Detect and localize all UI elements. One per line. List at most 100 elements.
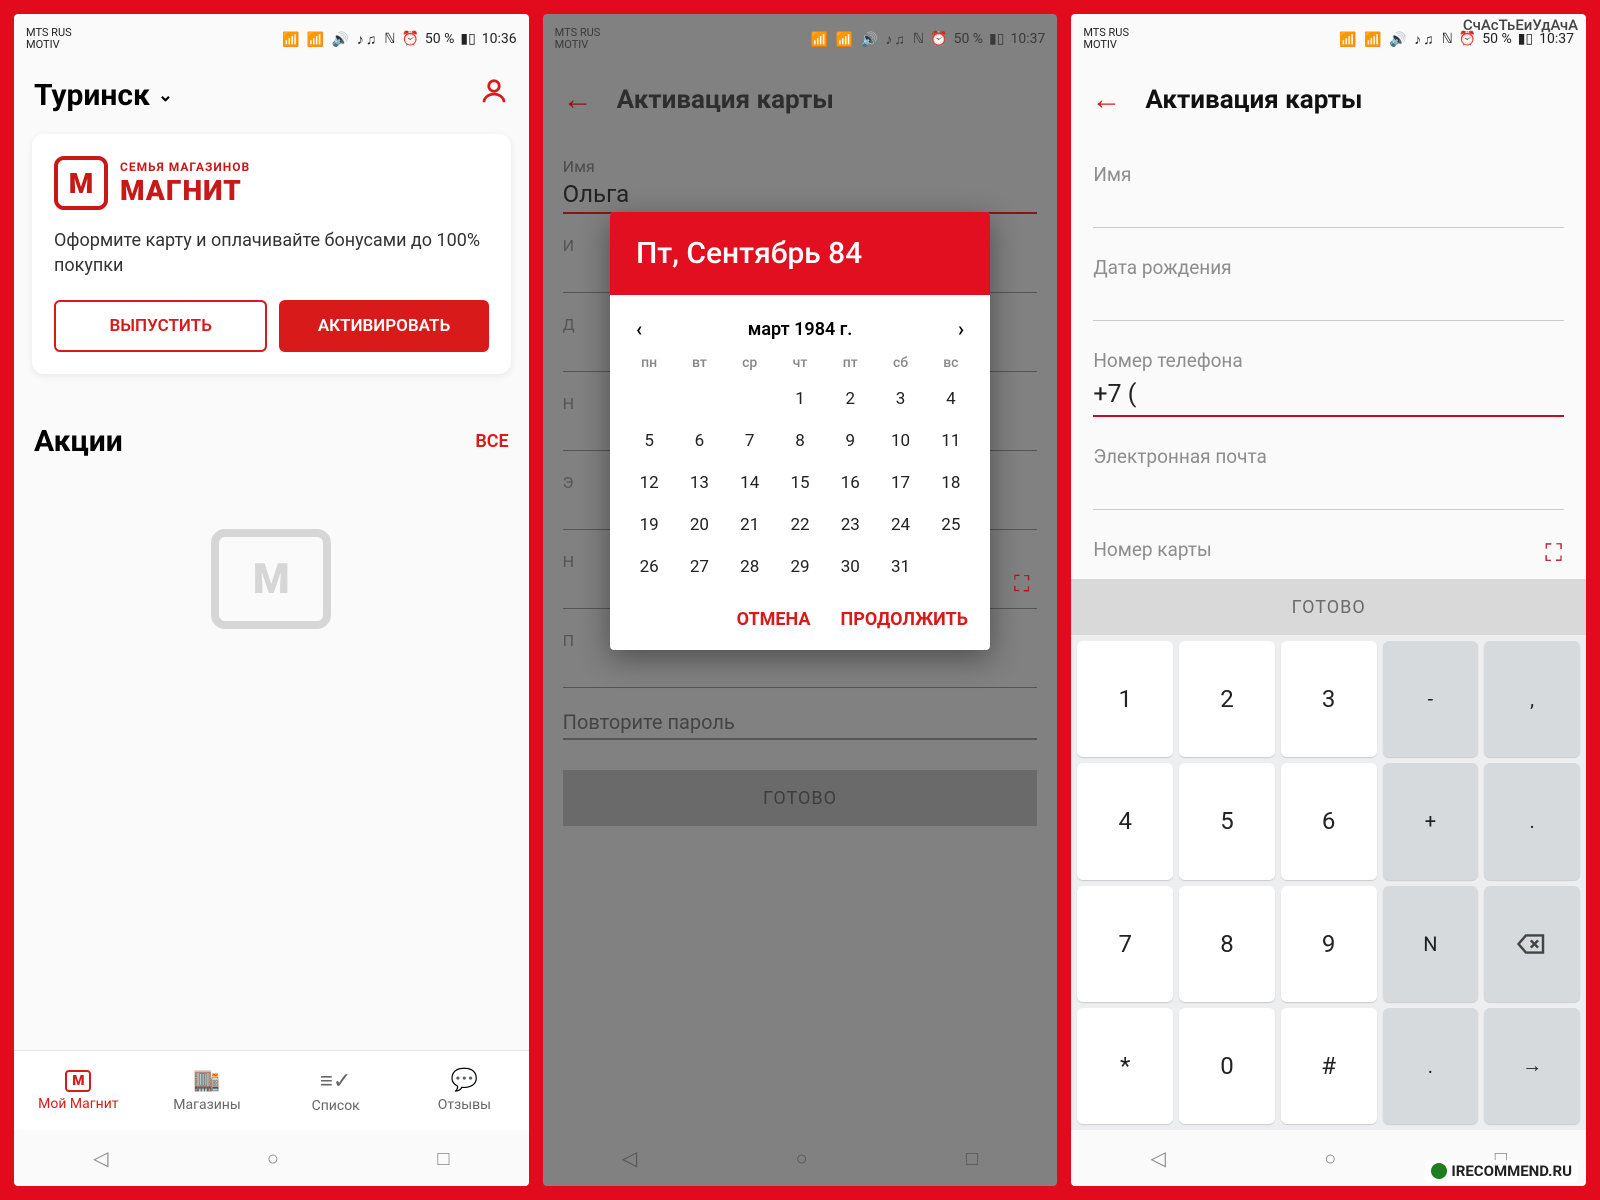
key-4[interactable]: 4 [1077,763,1173,879]
key-3[interactable]: 3 [1281,641,1377,757]
dow-header: пт [825,355,875,371]
home-button[interactable]: ○ [796,1146,808,1171]
qr-scan-icon[interactable]: ⛶ [1014,572,1029,597]
calendar-day[interactable]: 1 [775,385,825,413]
nav-reviews[interactable]: 💬 Отзывы [400,1051,529,1130]
next-month-button[interactable]: › [950,313,972,345]
activate-card-button[interactable]: АКТИВИРОВАТЬ [279,300,488,352]
key-.[interactable]: . [1484,763,1580,879]
dow-header: вт [674,355,724,371]
prev-month-button[interactable]: ‹ [628,313,650,345]
continue-button[interactable]: ПРОДОЛЖИТЬ [840,609,968,630]
home-button[interactable]: ○ [267,1146,279,1171]
calendar-day[interactable]: 27 [674,553,724,581]
key-0[interactable]: 0 [1179,1008,1275,1124]
dob-input[interactable] [1093,285,1564,321]
back-button[interactable]: ◁ [93,1146,108,1170]
key-,[interactable]: , [1484,641,1580,757]
calendar-day[interactable]: 24 [875,511,925,539]
qr-scan-icon[interactable]: ⛶ [1545,539,1562,567]
issue-card-button[interactable]: ВЫПУСТИТЬ [54,300,267,352]
numeric-keypad: 123-,456+.789N*0#.→ [1071,635,1586,1130]
calendar-day[interactable]: 20 [674,511,724,539]
ready-button[interactable]: ГОТОВО [1071,579,1586,635]
enter-key[interactable]: → [1484,1008,1580,1124]
android-nav: ◁ ○ □ [14,1130,529,1186]
key-N[interactable]: N [1383,886,1479,1002]
calendar-day[interactable]: 3 [875,385,925,413]
key-2[interactable]: 2 [1179,641,1275,757]
calendar-day[interactable]: 12 [624,469,674,497]
back-arrow-icon[interactable]: ← [563,82,593,117]
phone-input[interactable] [1093,378,1564,417]
key-.[interactable]: . [1383,1008,1479,1124]
calendar-day[interactable]: 28 [725,553,775,581]
calendar-day[interactable]: 29 [775,553,825,581]
calendar-day[interactable]: 30 [825,553,875,581]
calendar-day[interactable]: 10 [875,427,925,455]
back-arrow-icon[interactable]: ← [1091,82,1121,117]
calendar-day[interactable]: 4 [926,385,976,413]
key-1[interactable]: 1 [1077,641,1173,757]
backspace-key[interactable] [1484,886,1580,1002]
list-icon: ≡✓ [320,1068,351,1094]
nav-stores[interactable]: 🏬 Магазины [143,1051,272,1130]
recent-button[interactable]: □ [966,1146,978,1171]
key-5[interactable]: 5 [1179,763,1275,879]
calendar-day[interactable]: 7 [725,427,775,455]
calendar-day[interactable]: 21 [725,511,775,539]
calendar-day[interactable]: 8 [775,427,825,455]
city-selector[interactable]: Туринск ⌄ [34,78,173,113]
calendar-day[interactable]: 23 [825,511,875,539]
nfc-icon: ℕ [384,31,395,47]
cancel-button[interactable]: ОТМЕНА [737,609,811,630]
calendar-day[interactable]: 15 [775,469,825,497]
calendar-day[interactable]: 13 [674,469,724,497]
promotions-all-link[interactable]: ВСЕ [475,431,508,452]
brand-title: МАГНИТ [120,174,250,207]
calendar-day[interactable]: 17 [875,469,925,497]
calendar-day[interactable]: 11 [926,427,976,455]
ready-button[interactable]: ГОТОВО [563,770,1038,826]
calendar-day[interactable]: 16 [825,469,875,497]
calendar-day[interactable]: 26 [624,553,674,581]
android-nav: ◁ ○ □ [543,1130,1058,1186]
key--[interactable]: - [1383,641,1479,757]
key-#[interactable]: # [1281,1008,1377,1124]
calendar-day[interactable]: 9 [825,427,875,455]
repeat-password-label[interactable]: Повторите пароль [563,710,1038,740]
home-button[interactable]: ○ [1324,1146,1336,1171]
name-value[interactable]: Ольга [563,180,1038,214]
calendar-day[interactable]: 5 [624,427,674,455]
dob-label: Дата рождения [1093,256,1564,279]
calendar-day[interactable]: 19 [624,511,674,539]
dow-header: вс [926,355,976,371]
key-6[interactable]: 6 [1281,763,1377,879]
calendar-day[interactable]: 14 [725,469,775,497]
calendar-day[interactable]: 18 [926,469,976,497]
key-+[interactable]: + [1383,763,1479,879]
calendar-day[interactable]: 25 [926,511,976,539]
back-button[interactable]: ◁ [1151,1146,1166,1170]
key-*[interactable]: * [1077,1008,1173,1124]
nav-list[interactable]: ≡✓ Список [271,1051,400,1130]
recent-button[interactable]: □ [437,1146,449,1171]
email-input[interactable] [1093,474,1564,510]
profile-icon[interactable] [479,76,509,114]
calendar-day[interactable]: 2 [825,385,875,413]
loyalty-card-promo: М СЕМЬЯ МАГАЗИНОВ МАГНИТ Оформите карту … [32,134,511,374]
nfc-icon: ℕ [1442,31,1453,47]
key-7[interactable]: 7 [1077,886,1173,1002]
calendar-day[interactable]: 6 [674,427,724,455]
screen-activation-datepicker: MTS RUS MOTIV 📶 📶 🔊 ♪♫ ℕ ⏰ 50 % ▮▯ 10:37… [543,14,1058,1186]
key-9[interactable]: 9 [1281,886,1377,1002]
calendar-day[interactable]: 31 [875,553,925,581]
nav-label: Мой Магнит [38,1096,118,1112]
calendar-day[interactable]: 22 [775,511,825,539]
name-input[interactable] [1093,192,1564,228]
nav-my-magnit[interactable]: М Мой Магнит [14,1051,143,1130]
month-year-label[interactable]: март 1984 г. [748,319,853,340]
bottom-nav: М Мой Магнит 🏬 Магазины ≡✓ Список 💬 Отзы… [14,1050,529,1130]
key-8[interactable]: 8 [1179,886,1275,1002]
back-button[interactable]: ◁ [622,1146,637,1170]
